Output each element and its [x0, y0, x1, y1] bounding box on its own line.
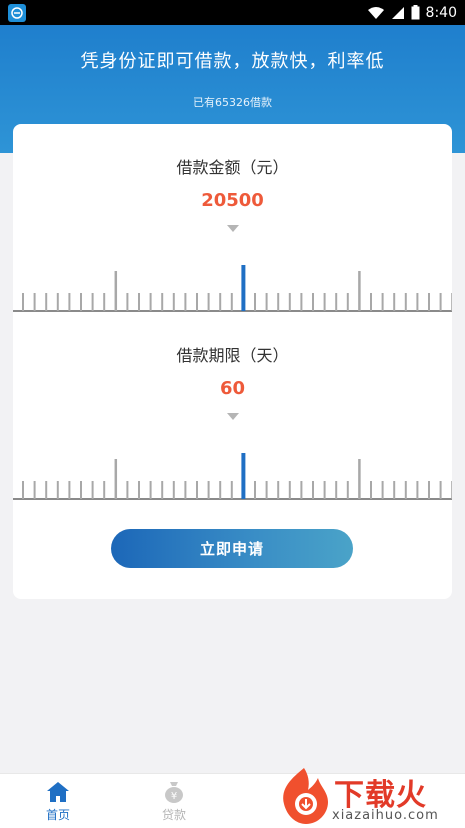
nav-home-label: 首页	[45, 808, 70, 822]
apply-now-button[interactable]: 立即申请	[111, 529, 353, 568]
flame-logo-icon	[283, 768, 328, 824]
amount-ruler[interactable]	[13, 254, 452, 314]
money-bag-icon: ¥	[165, 782, 183, 803]
amount-label: 借款金额（元）	[176, 158, 289, 177]
term-ruler[interactable]	[13, 442, 452, 502]
home-icon	[47, 782, 69, 802]
wifi-icon	[367, 6, 384, 19]
amount-value: 20500	[201, 190, 264, 211]
status-bar: 8:40	[0, 0, 465, 25]
nav-item-loan[interactable]: ¥ 贷款	[144, 780, 204, 823]
header-subtitle: 已有65326借款	[193, 96, 272, 109]
signal-icon	[391, 6, 404, 19]
battery-icon	[411, 5, 420, 20]
term-pointer-icon	[227, 413, 239, 420]
amount-slider[interactable]	[13, 254, 452, 314]
loan-card: 借款金额（元） 20500 借款期限（天） 60 立即申请	[13, 124, 452, 599]
nav-loan-label: 贷款	[161, 808, 186, 822]
clock-time: 8:40	[425, 4, 457, 21]
term-value: 60	[219, 378, 246, 399]
nav-item-home[interactable]: 首页	[28, 780, 88, 823]
term-slider[interactable]	[13, 442, 452, 502]
header-title: 凭身份证即可借款，放款快，利率低	[80, 51, 385, 72]
watermark: 下载火 xiazaihuo.com	[274, 764, 465, 828]
app-notification-icon	[8, 3, 26, 22]
term-label: 借款期限（天）	[176, 346, 289, 365]
amount-pointer-icon	[227, 225, 239, 232]
watermark-url: xiazaihuo.com	[332, 808, 439, 823]
svg-text:¥: ¥	[171, 791, 177, 802]
